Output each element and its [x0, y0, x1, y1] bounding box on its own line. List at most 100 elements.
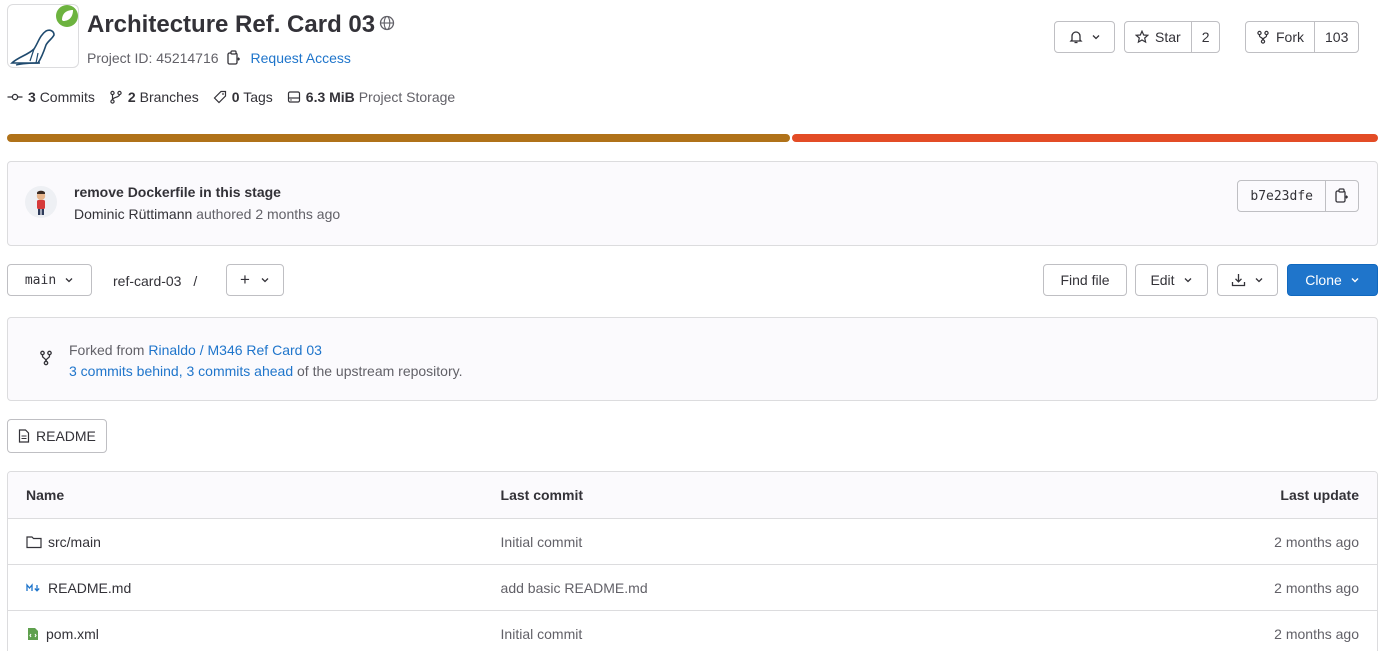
table-row[interactable]: README.md add basic README.md 2 months a…	[8, 565, 1377, 611]
star-count[interactable]: 2	[1190, 22, 1220, 52]
stat-label: Commits	[39, 89, 95, 105]
stat-commits[interactable]: 3 Commits	[7, 89, 95, 105]
fork-button-group[interactable]: Fork 103	[1245, 21, 1360, 53]
fork-info-text: Forked from Rinaldo / M346 Ref Card 03 3…	[69, 340, 462, 382]
breadcrumb-project[interactable]: ref-card-03	[113, 273, 181, 289]
fork-suffix: of the upstream repository.	[293, 363, 463, 379]
copy-sha-button[interactable]	[1325, 181, 1358, 211]
column-header-name: Name	[8, 472, 501, 519]
readme-button[interactable]: README	[7, 419, 107, 453]
tag-icon	[213, 90, 226, 104]
branch-selector[interactable]: main	[7, 264, 92, 296]
file-name: src/main	[48, 533, 101, 550]
project-avatar[interactable]	[7, 4, 79, 68]
stat-value: 0	[231, 89, 240, 105]
chevron-down-icon	[1351, 278, 1359, 283]
user-avatar-icon	[36, 190, 46, 215]
file-commit-message[interactable]: Initial commit	[501, 534, 583, 550]
fork-info-panel: Forked from Rinaldo / M346 Ref Card 03 3…	[7, 317, 1378, 401]
project-id: Project ID: 45214716	[87, 50, 219, 66]
fork-icon	[40, 350, 52, 366]
markdown-icon	[26, 582, 40, 592]
chevron-down-icon	[1255, 278, 1263, 283]
request-access-link[interactable]: Request Access	[251, 50, 351, 66]
fork-source-link[interactable]: Rinaldo / M346 Ref Card 03	[148, 342, 322, 358]
download-button[interactable]	[1217, 264, 1278, 296]
commit-time: authored 2 months ago	[196, 206, 341, 222]
commit-sha-group: b7e23dfe	[1237, 180, 1359, 212]
edit-button[interactable]: Edit	[1135, 264, 1208, 296]
stat-storage[interactable]: 6.3 MiB Project Storage	[287, 89, 455, 105]
storage-icon	[287, 91, 300, 103]
star-icon	[1135, 30, 1149, 44]
avatar[interactable]	[25, 186, 57, 218]
project-stats: 3 Commits 2 Branches 0 Tags 6.3 MiB Proj…	[7, 89, 455, 105]
project-title: Architecture Ref. Card 03	[87, 10, 395, 39]
copy-icon	[1335, 188, 1348, 203]
clone-button[interactable]: Clone	[1287, 264, 1378, 296]
language-bar	[7, 134, 1378, 142]
commit-author[interactable]: Dominic Rüttimann	[74, 206, 192, 222]
find-file-button[interactable]: Find file	[1043, 264, 1127, 296]
commit-icon	[7, 93, 23, 101]
table-header-row: Name Last commit Last update	[8, 472, 1377, 519]
stat-label: Project Storage	[358, 89, 456, 105]
breadcrumb: ref-card-03 /	[113, 273, 203, 289]
bell-icon	[1068, 31, 1083, 44]
spring-leaf-icon	[56, 5, 78, 27]
commit-sha[interactable]: b7e23dfe	[1238, 181, 1325, 211]
stat-label: Tags	[243, 89, 273, 105]
project-title-text: Architecture Ref. Card 03	[87, 11, 376, 38]
readme-label: README	[36, 428, 96, 444]
fork-button[interactable]: Fork	[1246, 22, 1314, 52]
last-commit-panel: remove Dockerfile in this stage Dominic …	[7, 161, 1378, 246]
folder-icon	[26, 535, 42, 548]
file-link[interactable]: README.md	[26, 580, 483, 596]
fork-icon	[1257, 30, 1269, 44]
fork-divergence-link[interactable]: 3 commits behind, 3 commits ahead	[69, 363, 293, 379]
file-link[interactable]: pom.xml	[26, 626, 483, 642]
file-link[interactable]: src/main	[26, 534, 483, 550]
fork-label: Fork	[1276, 29, 1304, 45]
chevron-down-icon	[1092, 35, 1099, 40]
globe-icon	[379, 10, 395, 38]
branch-icon	[110, 90, 122, 104]
chevron-down-icon	[65, 278, 73, 283]
stat-branches[interactable]: 2 Branches	[109, 89, 199, 105]
add-to-tree-button[interactable]: +	[226, 264, 284, 296]
stat-label: Branches	[139, 89, 199, 105]
file-updated: 2 months ago	[1274, 579, 1359, 596]
table-row[interactable]: src/main Initial commit 2 months ago	[8, 519, 1377, 565]
star-label: Star	[1155, 29, 1181, 45]
file-commit-message[interactable]: add basic README.md	[501, 580, 648, 596]
commit-meta: Dominic Rüttimann authored 2 months ago	[74, 206, 340, 222]
xml-file-icon	[28, 628, 38, 640]
fork-prefix: Forked from	[69, 342, 149, 358]
table-row[interactable]: pom.xml Initial commit 2 months ago	[8, 611, 1377, 651]
stat-value: 2	[127, 89, 136, 105]
column-header-last-update: Last update	[955, 472, 1377, 519]
file-updated: 2 months ago	[1274, 533, 1359, 550]
stat-value: 3	[28, 89, 36, 105]
star-button[interactable]: Star	[1125, 22, 1191, 52]
file-updated: 2 months ago	[1274, 626, 1359, 642]
stat-tags[interactable]: 0 Tags	[213, 89, 273, 105]
copy-icon[interactable]	[226, 50, 241, 69]
column-header-last-commit: Last commit	[500, 472, 956, 519]
star-button-group[interactable]: Star 2	[1124, 21, 1221, 53]
plus-icon: +	[240, 270, 250, 289]
file-commit-message[interactable]: Initial commit	[501, 626, 583, 642]
language-segment	[792, 134, 1378, 142]
project-id-row: Project ID: 45214716 Request Access	[87, 50, 351, 69]
clone-label: Clone	[1305, 272, 1342, 288]
stat-value: 6.3 MiB	[305, 89, 355, 105]
commit-title[interactable]: remove Dockerfile in this stage	[74, 184, 281, 200]
file-name: pom.xml	[46, 626, 99, 642]
file-tree-table: Name Last commit Last update src/main In…	[7, 471, 1378, 651]
language-segment	[7, 134, 791, 142]
chevron-down-icon	[261, 278, 269, 283]
file-icon	[18, 429, 30, 443]
fork-count[interactable]: 103	[1314, 22, 1358, 52]
notification-button[interactable]	[1054, 21, 1115, 53]
branch-name: main	[24, 272, 57, 288]
